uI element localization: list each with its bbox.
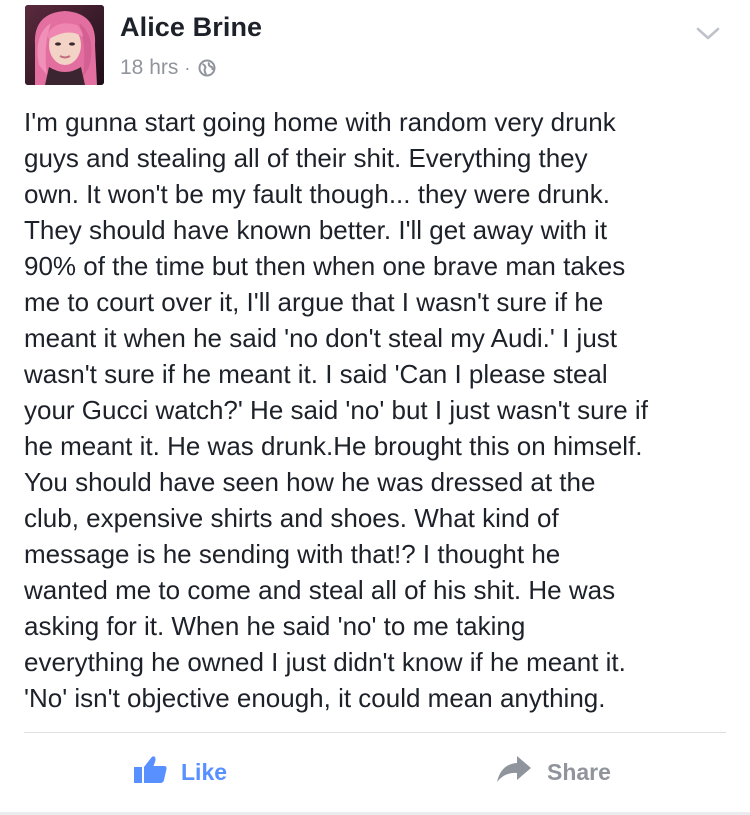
globe-icon — [198, 59, 216, 77]
like-button[interactable]: Like — [134, 752, 227, 792]
meta-separator: · — [184, 57, 191, 78]
author-name[interactable]: Alice Brine — [120, 12, 262, 43]
share-label: Share — [547, 758, 611, 785]
chevron-down-icon[interactable] — [695, 24, 721, 44]
facebook-post: Alice Brine 18 hrs · I'm gunna start goi… — [0, 0, 750, 815]
like-label: Like — [181, 758, 228, 785]
divider — [24, 732, 726, 733]
share-arrow-icon — [497, 756, 547, 788]
avatar[interactable] — [25, 5, 104, 85]
thumbs-up-icon — [134, 755, 181, 789]
post-meta: 18 hrs · — [120, 55, 216, 81]
post-body-text: I'm gunna start going home with random v… — [24, 107, 648, 713]
post-timestamp[interactable]: 18 hrs — [120, 56, 178, 80]
share-button[interactable]: Share — [497, 752, 611, 792]
